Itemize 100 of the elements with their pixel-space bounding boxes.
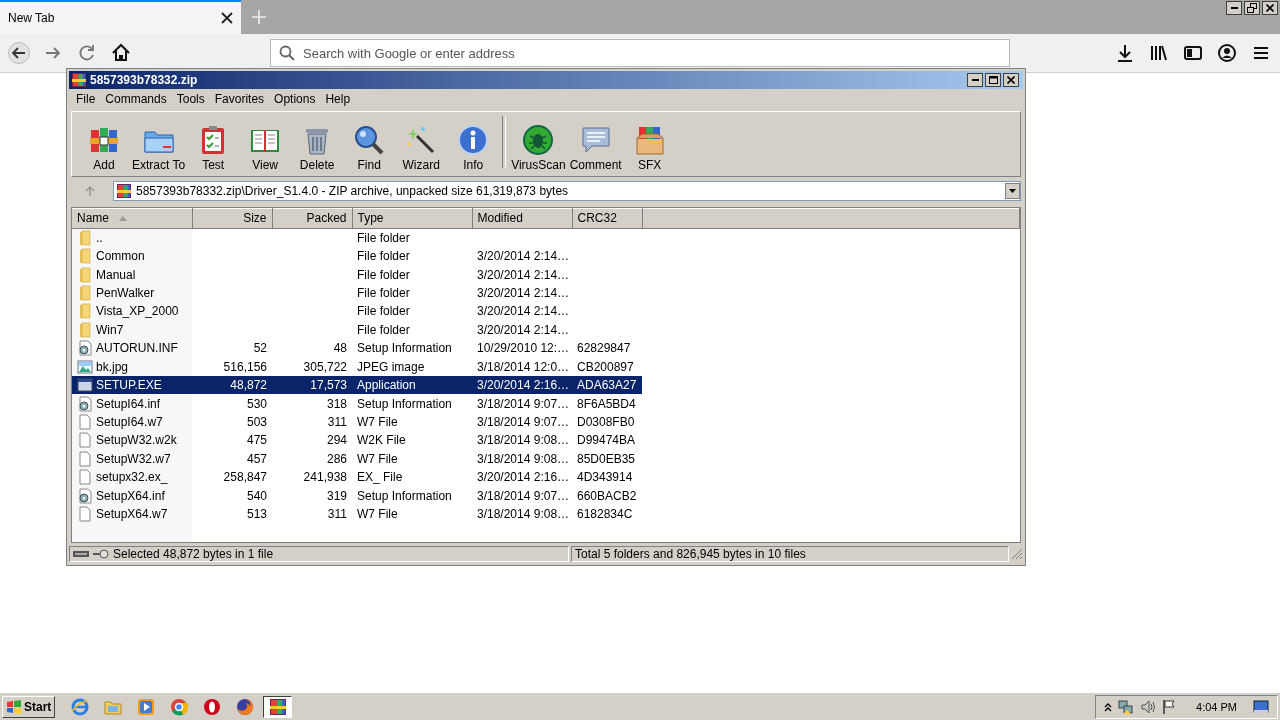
restore-icon xyxy=(1247,3,1257,13)
toolbar-button[interactable]: View xyxy=(239,124,292,172)
browser-tab[interactable]: New Tab xyxy=(0,0,241,34)
box-icon xyxy=(633,124,666,156)
media-player-icon xyxy=(136,697,155,716)
table-cell: 516,156 xyxy=(223,359,267,374)
application-icon xyxy=(77,377,93,394)
column-header[interactable]: CRC32 xyxy=(572,208,642,228)
table-cell: 319 xyxy=(326,488,347,503)
table-cell: 4D343914 xyxy=(577,470,633,485)
file-row[interactable]: SetupX64.inf xyxy=(72,486,192,505)
folder-icon xyxy=(77,285,93,302)
file-name: setupx32.ex_ xyxy=(96,470,168,485)
file-name: Common xyxy=(96,249,145,264)
file-row[interactable]: setupx32.ex_ xyxy=(72,468,192,487)
home-icon[interactable] xyxy=(110,42,132,64)
gear-file-icon xyxy=(77,487,93,504)
table-cell: W7 File xyxy=(357,451,398,466)
table-cell: 3/20/2014 2:14… xyxy=(477,322,570,337)
table-cell: 3/20/2014 2:16… xyxy=(477,378,570,393)
menu-item[interactable]: Commands xyxy=(100,92,172,106)
table-cell: 3/18/2014 12:0… xyxy=(477,359,570,374)
account-icon[interactable] xyxy=(1216,42,1238,64)
table-cell: Setup Information xyxy=(357,396,452,411)
toolbar-button[interactable]: Extract To xyxy=(130,124,188,172)
menu-item[interactable]: Options xyxy=(269,92,321,106)
taskbar-button[interactable] xyxy=(263,695,293,718)
close-icon[interactable] xyxy=(221,12,233,24)
toolbar-button[interactable]: Find xyxy=(343,124,396,172)
table-cell: 660BACB2 xyxy=(577,488,637,503)
window-control-button[interactable] xyxy=(1244,1,1260,15)
speaker-icon[interactable] xyxy=(1140,698,1157,715)
file-row[interactable]: SetupW32.w2k xyxy=(72,431,192,450)
table-cell: 503 xyxy=(246,415,267,429)
info-icon xyxy=(457,124,490,156)
table-cell: 311 xyxy=(327,507,347,522)
table-cell: 475 xyxy=(246,433,267,448)
file-row[interactable]: Vista_XP_2000 xyxy=(72,302,192,321)
window-control-button[interactable] xyxy=(985,73,1001,87)
table-cell: CB200897 xyxy=(577,359,634,374)
table-cell: File folder xyxy=(357,286,410,301)
chevron-up-icon[interactable] xyxy=(1104,701,1113,712)
file-name: Vista_XP_2000 xyxy=(96,304,179,319)
menu-item[interactable]: Favorites xyxy=(209,92,270,106)
file-icon xyxy=(77,432,93,449)
window-control-button[interactable] xyxy=(1003,73,1019,87)
menu-item[interactable]: Help xyxy=(320,92,356,106)
gear-file-icon xyxy=(77,395,93,412)
toolbar-button[interactable]: VirusScan xyxy=(509,124,568,172)
window-control-button[interactable] xyxy=(1226,1,1242,15)
column-header[interactable]: Packed xyxy=(272,208,352,228)
archive-icon xyxy=(71,72,87,88)
table-cell: 3/18/2014 9:08… xyxy=(477,451,570,466)
dropdown-button[interactable] xyxy=(1005,183,1020,199)
address-field[interactable]: Search with Google or enter address xyxy=(270,39,1010,67)
table-cell: 52 xyxy=(253,341,267,356)
table-cell: 241,938 xyxy=(303,470,347,485)
toolbar-button[interactable]: Add xyxy=(78,124,130,172)
window-control-button[interactable] xyxy=(1262,1,1278,15)
column-header[interactable]: Name xyxy=(72,208,192,228)
table-cell: 311 xyxy=(327,415,347,429)
toolbar-button[interactable]: Wizard xyxy=(395,124,448,172)
network-icon[interactable] xyxy=(1118,698,1135,715)
path-field[interactable]: 5857393b78332.zip\Driver_S1.4.0 - ZIP archive, unpacked size 61,319,873 bytes xyxy=(113,181,1021,201)
table-cell: 3/20/2014 2:14… xyxy=(477,267,570,282)
table-cell: 3/20/2014 2:16… xyxy=(477,470,570,485)
toolbar-button[interactable]: Test xyxy=(187,124,240,172)
folder-icon xyxy=(77,266,93,283)
toolbar-button[interactable]: SFX xyxy=(623,124,676,172)
up-arrow-icon xyxy=(84,185,96,197)
table-cell: 17,573 xyxy=(310,378,347,393)
window-control-button[interactable] xyxy=(967,73,983,87)
column-header[interactable]: Size xyxy=(192,208,272,228)
menu-item[interactable]: Tools xyxy=(171,92,210,106)
table-cell: 294 xyxy=(326,433,347,448)
column-header[interactable]: Type xyxy=(352,208,472,228)
table-cell: 540 xyxy=(246,488,267,503)
column-header[interactable]: Modified xyxy=(472,208,572,228)
show-desktop-icon[interactable] xyxy=(1253,699,1269,714)
menu-item[interactable]: File xyxy=(71,92,101,106)
minimize-icon xyxy=(971,79,979,81)
start-button[interactable]: Start xyxy=(2,695,56,718)
table-cell: JPEG image xyxy=(357,359,425,374)
toolbar-button[interactable]: Info xyxy=(447,124,500,172)
back-icon[interactable] xyxy=(8,42,30,64)
table-cell: 3/20/2014 2:14… xyxy=(477,249,570,264)
firefox-icon xyxy=(235,697,254,716)
bug-icon xyxy=(522,124,555,156)
file-row[interactable]: AUTORUN.INF xyxy=(72,339,192,358)
toolbar-button[interactable]: Delete xyxy=(291,124,344,172)
file-row[interactable]: Manual xyxy=(72,265,192,284)
close-icon xyxy=(1266,4,1274,12)
flag-icon[interactable] xyxy=(1162,698,1177,715)
table-cell: Setup Information xyxy=(357,488,452,503)
minimize-icon xyxy=(1230,7,1238,9)
toolbar-button[interactable]: Comment xyxy=(567,124,624,172)
file-row[interactable]: SetupI64.inf xyxy=(72,394,192,413)
folder-icon xyxy=(77,229,93,246)
search-icon xyxy=(279,45,295,61)
table-cell: 318 xyxy=(326,396,347,411)
